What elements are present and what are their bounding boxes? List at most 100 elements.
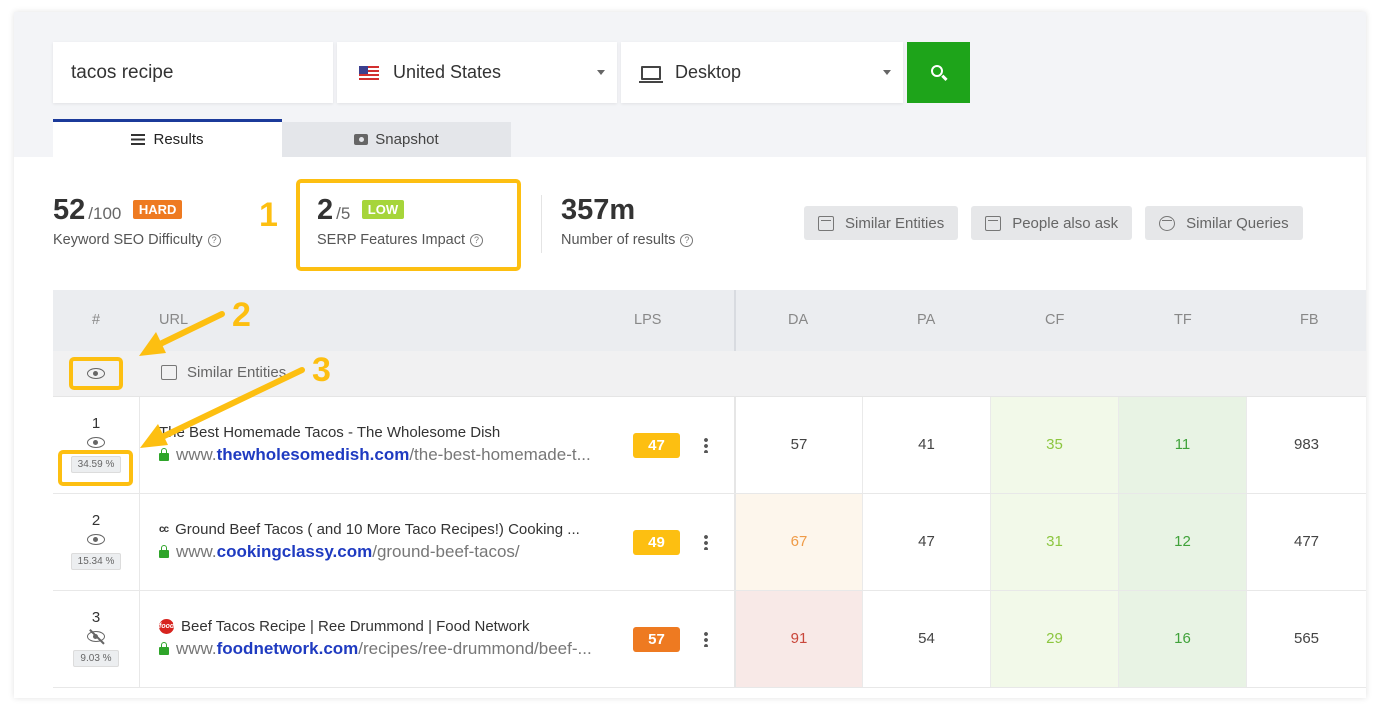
visibility-share: 15.34 % xyxy=(70,553,122,570)
difficulty-max: /100 xyxy=(88,204,122,223)
similar-entities-feature-label: Similar Entities xyxy=(187,364,287,381)
monitor-icon xyxy=(639,65,663,83)
cf-cell: 31 xyxy=(990,494,1118,590)
table-row[interactable]: 2 15.34 % cc Ground Beef Tacos ( and 10 … xyxy=(53,494,1366,591)
help-circle-icon[interactable]: ? xyxy=(470,234,484,247)
url-cell: The Best Homemade Tacos - The Wholesome … xyxy=(159,397,629,493)
metric-divider xyxy=(541,195,542,253)
fb-cell: 565 xyxy=(1246,591,1366,687)
entities-icon xyxy=(161,365,177,380)
view-tabs: Results Snapshot xyxy=(53,119,511,157)
people-also-ask-button[interactable]: People also ask xyxy=(971,206,1133,240)
cf-cell: 35 xyxy=(990,397,1118,493)
app-frame: United States Desktop Results Snapshot 5… xyxy=(14,12,1366,698)
annotation-number-2: 2 xyxy=(232,296,251,334)
results-count-label: Number of results xyxy=(561,232,676,248)
us-flag-icon xyxy=(359,65,379,80)
column-divider xyxy=(734,290,736,351)
similar-entities-button[interactable]: Similar Entities xyxy=(804,206,959,240)
serp-feature-row: Similar Entities xyxy=(53,351,1366,397)
url-cell: cc Ground Beef Tacos ( and 10 More Taco … xyxy=(159,494,629,590)
annotation-box-share xyxy=(58,450,133,486)
lps-badge: 47 xyxy=(633,433,680,458)
location-select[interactable]: United States xyxy=(337,42,617,103)
result-domain-link[interactable]: cookingclassy.com xyxy=(217,542,373,562)
kebab-menu-icon[interactable] xyxy=(704,534,708,550)
col-header-da[interactable]: DA xyxy=(788,312,808,328)
similar-queries-button[interactable]: Similar Queries xyxy=(1145,206,1303,240)
search-button[interactable] xyxy=(907,42,970,103)
entities-icon xyxy=(818,215,834,231)
result-title[interactable]: Ground Beef Tacos ( and 10 More Taco Rec… xyxy=(175,521,580,538)
col-header-tf[interactable]: TF xyxy=(1174,312,1192,328)
help-circle-icon[interactable]: ? xyxy=(680,234,694,247)
kebab-menu-icon[interactable] xyxy=(704,437,708,453)
device-select[interactable]: Desktop xyxy=(621,42,903,103)
lps-badge: 49 xyxy=(633,530,680,555)
tab-results[interactable]: Results xyxy=(53,119,282,157)
lps-badge: 57 xyxy=(633,627,680,652)
cf-cell: 29 xyxy=(990,591,1118,687)
lps-cell: 49 xyxy=(633,494,733,590)
eye-slash-icon[interactable] xyxy=(87,631,105,642)
results-count-value: 357m xyxy=(561,194,636,226)
table-row[interactable]: 3 9.03 % food Beef Tacos Recipe | Ree Dr… xyxy=(53,591,1366,688)
da-cell: 91 xyxy=(734,591,862,687)
kebab-menu-icon[interactable] xyxy=(704,631,708,647)
keyword-field[interactable] xyxy=(53,42,333,103)
lock-icon xyxy=(159,642,169,655)
chevron-down-icon xyxy=(597,70,605,75)
pa-cell: 47 xyxy=(862,494,990,590)
eye-icon[interactable] xyxy=(87,534,105,545)
serp-results-table: # URL LPS DA PA CF TF FB Similar Entitie… xyxy=(53,290,1366,688)
result-title[interactable]: Beef Tacos Recipe | Ree Drummond | Food … xyxy=(181,618,530,635)
lps-cell: 57 xyxy=(633,591,733,687)
url-cell: food Beef Tacos Recipe | Ree Drummond | … xyxy=(159,591,629,687)
similar-entities-feature[interactable]: Similar Entities xyxy=(161,364,286,381)
difficulty-badge: HARD xyxy=(132,200,183,219)
pa-cell: 54 xyxy=(862,591,990,687)
tab-snapshot[interactable]: Snapshot xyxy=(282,122,511,157)
results-panel: 52/100 HARD Keyword SEO Difficulty? 1 2/… xyxy=(14,157,1366,698)
annotation-number-3: 3 xyxy=(312,351,331,389)
table-row[interactable]: 1 34.59 % The Best Homemade Tacos - The … xyxy=(53,397,1366,494)
serp-impact-metric: 2/5 LOW SERP Features Impact? xyxy=(317,194,484,248)
help-circle-icon[interactable]: ? xyxy=(207,234,221,247)
lps-cell: 47 xyxy=(633,397,733,493)
favicon: cc xyxy=(159,524,169,535)
annotation-number-1: 1 xyxy=(259,196,278,234)
difficulty-label: Keyword SEO Difficulty xyxy=(53,232,203,248)
url-path: /recipes/ree-drummond/beef-... xyxy=(358,639,592,658)
col-header-pa[interactable]: PA xyxy=(917,312,935,328)
tf-cell: 16 xyxy=(1118,591,1246,687)
result-title[interactable]: The Best Homemade Tacos - The Wholesome … xyxy=(159,424,500,441)
col-header-lps[interactable]: LPS xyxy=(634,312,661,328)
list-icon xyxy=(131,134,146,145)
device-value: Desktop xyxy=(675,62,742,82)
serp-max: /5 xyxy=(336,204,351,223)
tab-snapshot-label: Snapshot xyxy=(375,131,439,148)
col-header-cf[interactable]: CF xyxy=(1045,312,1064,328)
similar-queries-label: Similar Queries xyxy=(1186,214,1289,232)
serp-badge: LOW xyxy=(361,200,405,219)
keyword-input[interactable] xyxy=(53,61,333,84)
annotation-box-eye xyxy=(69,357,123,390)
camera-icon xyxy=(354,134,369,145)
url-prefix: www. xyxy=(176,542,217,561)
difficulty-value: 52 xyxy=(53,194,86,226)
chevron-down-icon xyxy=(883,70,891,75)
search-bar: United States Desktop xyxy=(53,42,970,103)
rank-number: 3 xyxy=(91,609,101,626)
search-icon xyxy=(931,65,943,77)
location-value: United States xyxy=(393,62,502,82)
result-domain-link[interactable]: thewholesomedish.com xyxy=(217,445,410,465)
da-cell: 57 xyxy=(734,397,862,493)
col-header-fb[interactable]: FB xyxy=(1300,312,1319,328)
rank-cell: 2 15.34 % xyxy=(53,494,140,590)
question-box-icon xyxy=(985,215,1002,231)
eye-icon[interactable] xyxy=(87,437,105,448)
result-domain-link[interactable]: foodnetwork.com xyxy=(217,639,359,659)
url-path: /ground-beef-tacos/ xyxy=(372,542,520,561)
results-count-metric: 357m Number of results? xyxy=(561,194,694,248)
url-prefix: www. xyxy=(176,639,217,658)
